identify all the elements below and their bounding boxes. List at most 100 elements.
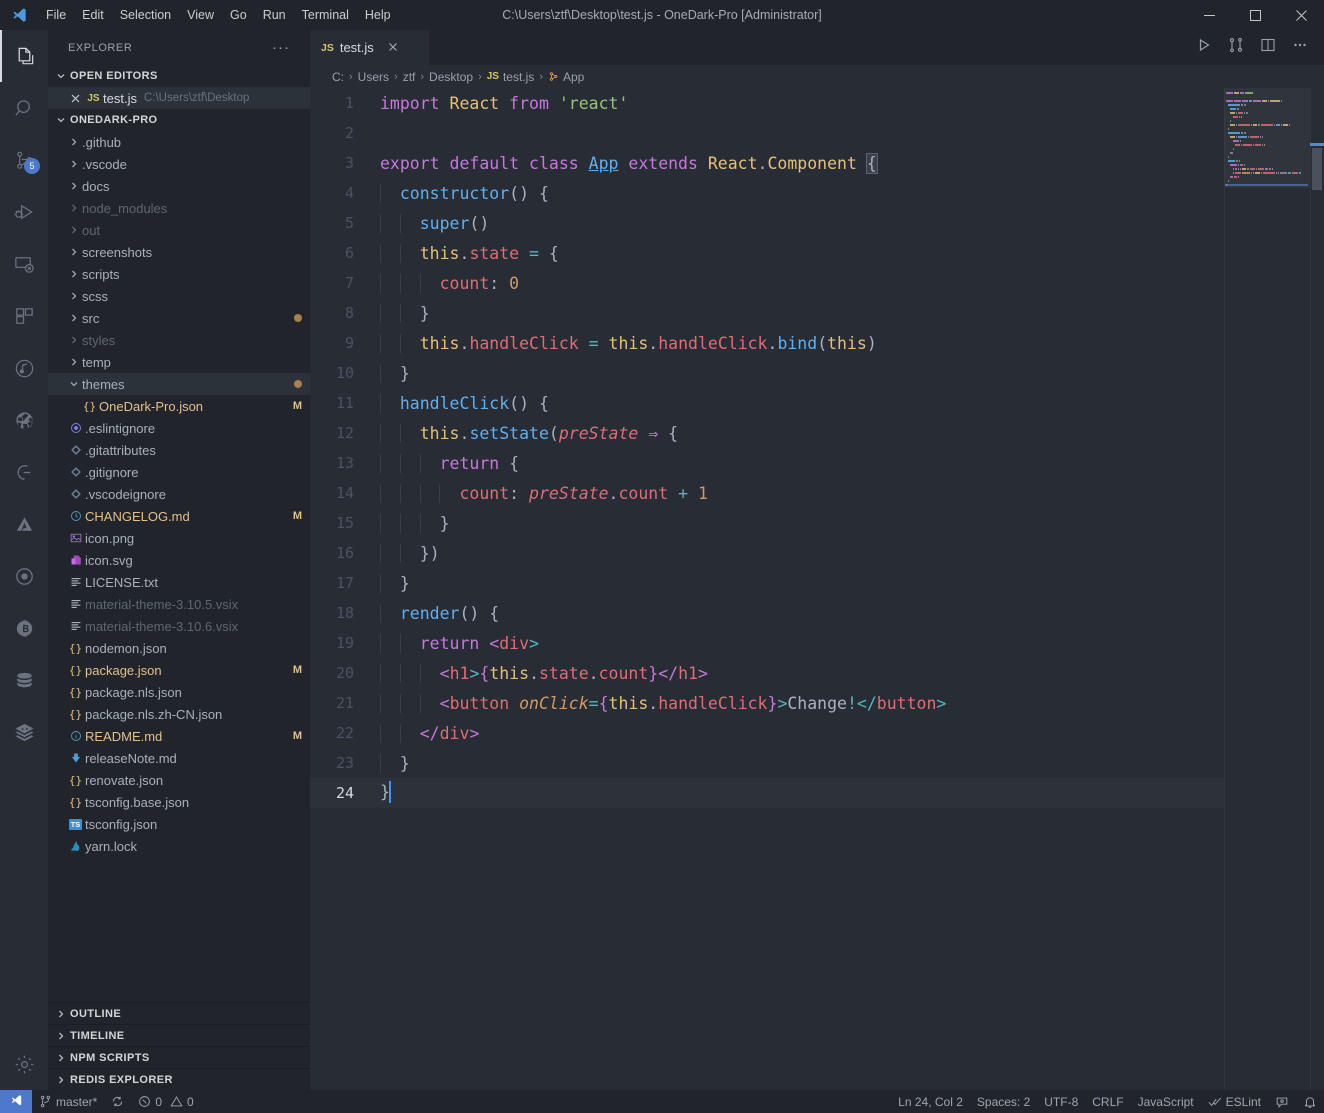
tree-folder-temp[interactable]: temp [48,351,310,373]
maximize-button[interactable] [1232,0,1278,30]
tree-file-tsconfig-base-json[interactable]: {}tsconfig.base.json [48,791,310,813]
sidebar-item-arc[interactable] [0,446,48,498]
tab-test-js[interactable]: JS test.js [310,30,430,65]
tree-file-nodemon-json[interactable]: {}nodemon.json [48,637,310,659]
code-line[interactable]: 16 }) [310,538,1224,568]
tree-folder-github[interactable]: .github [48,131,310,153]
code-line[interactable]: 13 return { [310,448,1224,478]
section-npm-scripts[interactable]: NPM SCRIPTS [48,1046,310,1068]
sidebar-more-actions[interactable]: ··· [272,43,290,53]
close-button[interactable] [1278,0,1324,30]
code-line[interactable]: 7 count: 0 [310,268,1224,298]
sidebar-item-shutter[interactable] [0,394,48,446]
tree-folder-screenshots[interactable]: screenshots [48,241,310,263]
tree-file-eslintignore[interactable]: .eslintignore [48,417,310,439]
menu-terminal[interactable]: Terminal [294,0,357,30]
code-line[interactable]: 10 } [310,358,1224,388]
manage-settings-button[interactable] [0,1038,48,1090]
more-actions-button[interactable] [1286,34,1314,62]
tab-close-icon[interactable] [388,41,398,54]
tree-file-license-txt[interactable]: LICENSE.txt [48,571,310,593]
tree-file-package-nls-zh-cn-json[interactable]: {}package.nls.zh-CN.json [48,703,310,725]
sidebar-item-search[interactable] [0,82,48,134]
breadcrumb-item-ztf[interactable]: ztf [403,70,416,84]
tree-file-material-theme-3-10-6-vsix[interactable]: material-theme-3.10.6.vsix [48,615,310,637]
tree-file-gitattributes[interactable]: .gitattributes [48,439,310,461]
tree-folder-docs[interactable]: docs [48,175,310,197]
status-notifications[interactable] [1296,1090,1324,1113]
tree-folder-src[interactable]: src [48,307,310,329]
code-line[interactable]: 17 } [310,568,1224,598]
sidebar-item-music[interactable] [0,342,48,394]
menu-run[interactable]: Run [255,0,294,30]
tree-file-icon-png[interactable]: icon.png [48,527,310,549]
menu-file[interactable]: File [38,0,74,30]
tree-file-gitignore[interactable]: .gitignore [48,461,310,483]
status-sync[interactable] [104,1090,131,1113]
tree-file-releasenote-md[interactable]: releaseNote.md [48,747,310,769]
sidebar-item-remote-explorer[interactable] [0,238,48,290]
tree-file-icon-svg[interactable]: icon.svg [48,549,310,571]
sidebar-item-explorer[interactable] [0,30,48,82]
tree-file-readme-md[interactable]: README.mdM [48,725,310,747]
menu-bar[interactable]: File Edit Selection View Go Run Terminal… [38,0,399,30]
tree-file-package-nls-json[interactable]: {}package.nls.json [48,681,310,703]
tree-folder-scss[interactable]: scss [48,285,310,307]
menu-view[interactable]: View [179,0,222,30]
menu-help[interactable]: Help [357,0,399,30]
status-branch[interactable]: master* [32,1090,104,1113]
code-line[interactable]: 23 } [310,748,1224,778]
open-editor-test-js[interactable]: JS test.js C:\Users\ztf\Desktop [48,87,310,109]
code-line[interactable]: 5 super() [310,208,1224,238]
tree-file-renovate-json[interactable]: {}renovate.json [48,769,310,791]
tree-file-yarn-lock[interactable]: yarn.lock [48,835,310,857]
open-changes-button[interactable] [1222,34,1250,62]
code-line[interactable]: 3export default class App extends React.… [310,148,1224,178]
status-language-mode[interactable]: JavaScript [1131,1090,1201,1113]
code-line[interactable]: 1import React from 'react' [310,88,1224,118]
code-line[interactable]: 14 count: preState.count + 1 [310,478,1224,508]
code-line[interactable]: 20 <h1>{this.state.count}</h1> [310,658,1224,688]
menu-selection[interactable]: Selection [112,0,179,30]
status-eol[interactable]: CRLF [1085,1090,1130,1113]
remote-indicator-button[interactable] [0,1090,32,1113]
sidebar-item-run-debug[interactable] [0,186,48,238]
minimap[interactable] [1224,88,1310,1090]
section-workspace[interactable]: ONEDARK-PRO [48,109,310,131]
status-indentation[interactable]: Spaces: 2 [970,1090,1037,1113]
close-icon[interactable] [66,94,84,103]
code-line[interactable]: 6 this.state = { [310,238,1224,268]
code-line[interactable]: 9 this.handleClick = this.handleClick.bi… [310,328,1224,358]
code-line[interactable]: 18 render() { [310,598,1224,628]
tree-file-tsconfig-json[interactable]: TStsconfig.json [48,813,310,835]
status-encoding[interactable]: UTF-8 [1037,1090,1085,1113]
minimize-button[interactable] [1186,0,1232,30]
sidebar-item-azure[interactable] [0,498,48,550]
breadcrumb-item-users[interactable]: Users [358,70,389,84]
sidebar-item-target[interactable] [0,550,48,602]
tree-folder-node-modules[interactable]: node_modules [48,197,310,219]
menu-go[interactable]: Go [222,0,255,30]
scrollbar-thumb[interactable] [1312,148,1322,190]
section-open-editors[interactable]: OPEN EDITORS [48,65,310,87]
status-cursor-position[interactable]: Ln 24, Col 2 [891,1090,970,1113]
breadcrumb[interactable]: C:›Users›ztf›Desktop›JStest.js›App [310,65,1324,88]
breadcrumb-item-test-js[interactable]: JStest.js [487,70,535,84]
tree-file-onedark-pro-json[interactable]: {}OneDark-Pro.jsonM [48,395,310,417]
sidebar-item-bitcoin[interactable] [0,602,48,654]
sidebar-item-database[interactable] [0,654,48,706]
tree-file-material-theme-3-10-5-vsix[interactable]: material-theme-3.10.5.vsix [48,593,310,615]
section-timeline[interactable]: TIMELINE [48,1024,310,1046]
tree-file-vscodeignore[interactable]: .vscodeignore [48,483,310,505]
tree-file-changelog-md[interactable]: CHANGELOG.mdM [48,505,310,527]
section-redis-explorer[interactable]: REDIS EXPLORER [48,1068,310,1090]
run-code-button[interactable] [1190,34,1218,62]
sidebar-item-source-control[interactable]: 5 [0,134,48,186]
breadcrumb-item-app[interactable]: App [548,70,584,84]
breadcrumb-item-c[interactable]: C: [332,70,344,84]
status-feedback[interactable] [1268,1090,1296,1113]
overview-ruler[interactable] [1310,88,1324,1090]
section-outline[interactable]: OUTLINE [48,1002,310,1024]
sidebar-item-extensions[interactable] [0,290,48,342]
code-line[interactable]: 12 this.setState(preState ⇒ { [310,418,1224,448]
